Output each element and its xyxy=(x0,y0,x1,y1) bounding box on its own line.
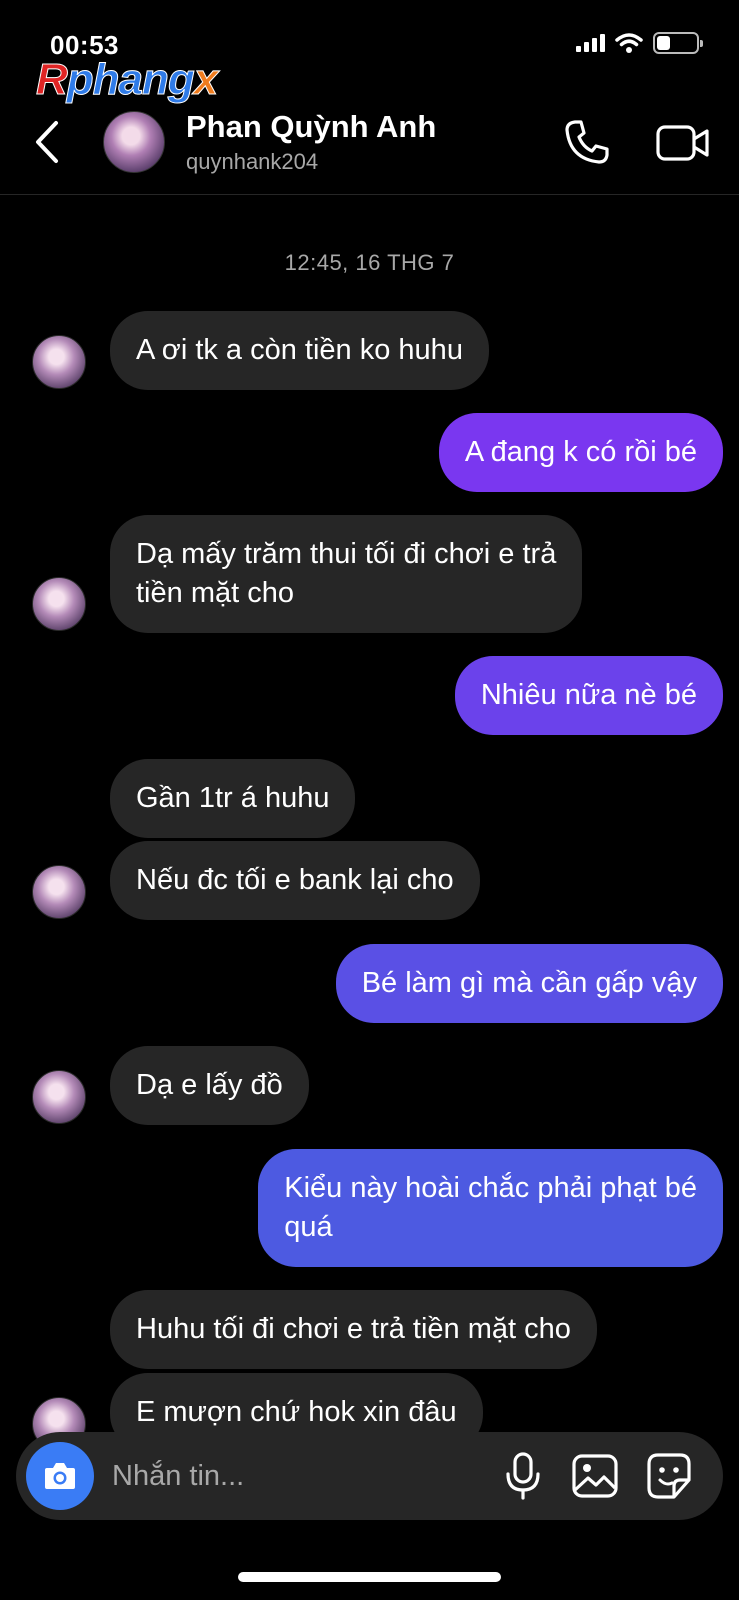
sender-avatar[interactable] xyxy=(32,865,86,919)
message-bubble-incoming[interactable]: A ơi tk a còn tiền ko huhu xyxy=(110,311,489,390)
message-bubble-incoming[interactable]: Dạ e lấy đồ xyxy=(110,1046,309,1125)
sticker-icon[interactable] xyxy=(644,1450,694,1502)
message-input[interactable] xyxy=(112,1456,472,1496)
status-icons xyxy=(576,32,703,54)
phone-icon[interactable] xyxy=(562,117,612,167)
message-bubble-outgoing[interactable]: A đang k có rồi bé xyxy=(438,413,723,492)
sender-avatar[interactable] xyxy=(32,577,86,631)
home-indicator[interactable] xyxy=(238,1572,501,1582)
contact-name[interactable]: Phan Quỳnh Anh xyxy=(186,109,436,145)
wifi-icon xyxy=(615,33,643,53)
camera-button[interactable] xyxy=(26,1442,94,1510)
message-bubble-incoming[interactable]: Huhu tối đi chơi e trả tiền mặt cho xyxy=(110,1290,597,1369)
sender-avatar[interactable] xyxy=(32,1070,86,1124)
message-bubble-incoming[interactable]: Dạ mấy trăm thui tối đi chơi e trả tiền … xyxy=(110,515,583,633)
back-chevron-icon[interactable] xyxy=(28,117,68,167)
sender-avatar[interactable] xyxy=(32,335,86,389)
message-bubble-incoming[interactable]: Gần 1tr á huhu xyxy=(110,759,356,838)
contact-username[interactable]: quynhank204 xyxy=(186,149,318,175)
message-bubble-incoming[interactable]: Nếu đc tối e bank lại cho xyxy=(110,841,480,920)
message-bubble-outgoing[interactable]: Kiểu này hoài chắc phải phạt bé quá xyxy=(258,1149,723,1267)
chat-header: Phan Quỳnh Anh quynhank204 xyxy=(0,95,739,195)
gallery-icon[interactable] xyxy=(570,1450,620,1502)
battery-level xyxy=(657,36,671,50)
microphone-icon[interactable] xyxy=(498,1450,548,1502)
message-bubble-outgoing[interactable]: Bé làm gì mà cần gấp vậy xyxy=(335,944,723,1023)
battery-icon xyxy=(653,32,703,54)
conversation-timestamp: 12:45, 16 THG 7 xyxy=(284,250,455,275)
message-composer xyxy=(16,1432,723,1520)
contact-avatar[interactable] xyxy=(103,111,165,173)
cellular-signal-icon xyxy=(576,34,605,52)
video-camera-icon[interactable] xyxy=(655,121,711,165)
camera-icon xyxy=(45,1463,75,1489)
message-bubble-outgoing[interactable]: Nhiêu nữa nè bé xyxy=(454,656,723,735)
